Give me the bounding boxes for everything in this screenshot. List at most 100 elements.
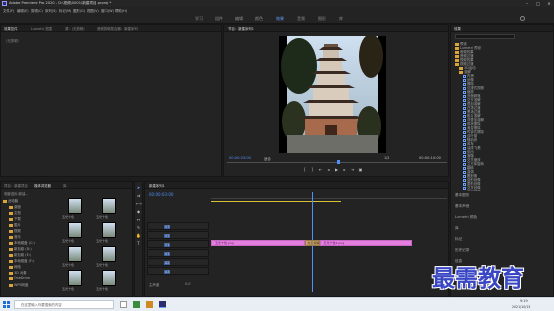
play-icon[interactable]: ▶ bbox=[334, 167, 339, 172]
master-track-value[interactable]: 0.0 bbox=[185, 282, 190, 286]
work-area-bar[interactable] bbox=[211, 201, 341, 202]
transition-clip[interactable]: 交叉溶解 bbox=[305, 240, 320, 246]
app-icon-2[interactable] bbox=[146, 301, 153, 308]
media-thumbnail[interactable]: 五光十色 bbox=[62, 222, 94, 244]
taskbar-search-input[interactable]: 在这里输入你要搜索的内容 bbox=[14, 300, 114, 309]
mark-out-icon[interactable]: } bbox=[310, 167, 315, 172]
workspace-tab-audio[interactable]: 音频 bbox=[297, 16, 305, 22]
media-thumbnail[interactable]: 五光十色 bbox=[62, 246, 94, 268]
track-header[interactable]: A3 bbox=[147, 267, 209, 275]
video-clip[interactable]: 五光十色.png bbox=[211, 240, 306, 246]
tab-source[interactable]: 源：(无剪辑) bbox=[65, 26, 85, 31]
media-thumbnail[interactable]: 五光十色 bbox=[96, 246, 128, 268]
media-path[interactable]: 电脑\图片\新建... bbox=[4, 191, 28, 196]
panel-section-tab[interactable]: 历史记录 bbox=[455, 248, 469, 253]
task-view-icon[interactable] bbox=[120, 301, 127, 308]
window-title: Adobe Premiere Pro 2020 - D:\视频\0001\新建项… bbox=[9, 1, 112, 5]
panel-section-tab[interactable]: 基本声音 bbox=[455, 204, 469, 209]
slip-tool-icon[interactable]: ↔ bbox=[136, 217, 141, 222]
maximize-button[interactable]: □ bbox=[533, 0, 543, 7]
file-tree-item[interactable]: 新加卷 (E:) bbox=[9, 252, 31, 257]
premiere-taskbar-icon[interactable] bbox=[159, 301, 166, 308]
workspace-tab-learn[interactable]: 学习 bbox=[195, 16, 203, 22]
panel-section-tab[interactable]: 库 bbox=[455, 226, 459, 231]
track-header[interactable]: V1 bbox=[147, 240, 209, 248]
step-forward-icon[interactable]: ▸ bbox=[342, 167, 347, 172]
time-ruler[interactable] bbox=[211, 192, 447, 199]
pen-tool-icon[interactable]: ✎ bbox=[136, 225, 141, 230]
workspace-tab-effects[interactable]: 效果 bbox=[276, 16, 284, 22]
file-tree-item[interactable]: OneDrive bbox=[9, 276, 30, 281]
tab-effects[interactable]: 效果 bbox=[454, 26, 461, 31]
effects-search-input[interactable] bbox=[455, 34, 515, 39]
file-tree-item[interactable]: 本地磁盘 (C:) bbox=[9, 240, 35, 245]
fit-dropdown[interactable]: 适合 bbox=[264, 156, 271, 161]
ripple-edit-tool-icon[interactable]: ⟷ bbox=[136, 201, 142, 206]
workspace-tab-graphics[interactable]: 图形 bbox=[318, 16, 326, 22]
effects-tree-item[interactable]: 页面剥落 bbox=[463, 189, 481, 191]
tab-project[interactable]: 项目：新建项目 bbox=[4, 183, 28, 188]
file-tree-item[interactable]: 视频 bbox=[9, 228, 21, 233]
source-panel-tabs: 效果控件 Lumetri 范围 源：(无剪辑) 音频剪辑混合器：新建序列 bbox=[1, 25, 221, 32]
track-select-tool-icon[interactable]: ⇉ bbox=[136, 193, 141, 198]
track-header[interactable]: V3 bbox=[147, 222, 209, 230]
effects-panel-tabs: 效果 bbox=[451, 25, 553, 32]
razor-tool-icon[interactable]: ◆ bbox=[136, 209, 141, 214]
timeline-timecode[interactable]: 00:00:03:00 bbox=[149, 192, 173, 197]
type-tool-icon[interactable]: T bbox=[136, 241, 141, 246]
step-back-icon[interactable]: ◂ bbox=[326, 167, 331, 172]
search-icon[interactable] bbox=[520, 16, 525, 21]
file-tree-item[interactable]: WPS网盘 bbox=[9, 282, 28, 287]
program-playhead[interactable] bbox=[337, 160, 340, 164]
hand-tool-icon[interactable]: ✋ bbox=[136, 233, 141, 238]
tab-media-browser[interactable]: 媒体浏览器 bbox=[34, 183, 51, 188]
video-clip[interactable]: 五光十色2.png bbox=[319, 240, 412, 246]
file-tree-item-label: 3D 对象 bbox=[14, 271, 27, 275]
media-thumbnail[interactable]: 五光十色 bbox=[62, 270, 94, 292]
track-header[interactable]: V2 bbox=[147, 231, 209, 239]
windows-start-icon[interactable] bbox=[3, 301, 10, 308]
file-tree-item[interactable]: 3D 对象 bbox=[9, 270, 27, 275]
close-button[interactable]: ✕ bbox=[544, 0, 554, 7]
workspace-tab-libraries[interactable]: 库 bbox=[339, 16, 343, 22]
tab-audio-clip-mixer[interactable]: 音频剪辑混合器：新建序列 bbox=[97, 26, 138, 31]
panel-section-tab[interactable]: 标记 bbox=[455, 237, 462, 242]
file-tree-item[interactable]: 本地磁盘 (F:) bbox=[9, 258, 34, 263]
go-to-out-icon[interactable]: ⇥ bbox=[350, 167, 355, 172]
folder-icon bbox=[9, 223, 13, 227]
tab-effect-controls[interactable]: 效果控件 bbox=[4, 26, 18, 31]
file-tree-item[interactable]: 文档 bbox=[9, 210, 21, 215]
go-to-in-icon[interactable]: ⇤ bbox=[318, 167, 323, 172]
media-thumbnail[interactable]: 五光十色 bbox=[96, 270, 128, 292]
export-frame-icon[interactable]: ▣ bbox=[358, 167, 363, 172]
media-thumbnail[interactable]: 五光十色 bbox=[96, 198, 128, 220]
app-icon-1[interactable] bbox=[133, 301, 140, 308]
program-monitor: 节目：新建序列1 00:00:03:00 适合 1/2 00:00:10:00 … bbox=[223, 24, 449, 177]
panel-section-tab[interactable]: Lumetri 颜色 bbox=[455, 215, 477, 220]
track-header[interactable]: A1 bbox=[147, 249, 209, 257]
track-headers: V3 V2 V1 A1 A2 A3 bbox=[147, 222, 209, 282]
file-tree-item[interactable]: 桌面 bbox=[9, 204, 21, 209]
media-thumbnail[interactable]: 五光十色 bbox=[96, 222, 128, 244]
folder-icon bbox=[9, 283, 13, 287]
file-tree-item[interactable]: 此电脑 bbox=[3, 198, 18, 203]
quality-dropdown[interactable]: 1/2 bbox=[384, 156, 389, 160]
file-tree-item[interactable]: 新加卷 (D:) bbox=[9, 246, 32, 251]
workspace-tab-color[interactable]: 颜色 bbox=[255, 16, 263, 22]
selection-tool-icon[interactable]: ➤ bbox=[136, 185, 141, 190]
tab-libraries[interactable]: 库 bbox=[63, 183, 66, 188]
file-tree-item[interactable]: 图片 bbox=[9, 222, 21, 227]
tab-lumetri-scopes[interactable]: Lumetri 范围 bbox=[31, 26, 52, 31]
workspace-tab-assembly[interactable]: 组件 bbox=[215, 16, 223, 22]
mark-in-icon[interactable]: { bbox=[302, 167, 307, 172]
media-thumbnail[interactable]: 五光十色 bbox=[62, 198, 94, 220]
panel-section-tab[interactable]: 基本图形 bbox=[455, 193, 469, 198]
minimize-button[interactable]: – bbox=[522, 0, 532, 7]
file-tree-item[interactable]: 网络 bbox=[9, 264, 21, 269]
tab-sequence[interactable]: 新建序列1 bbox=[149, 183, 165, 188]
file-tree-item[interactable]: 下载 bbox=[9, 216, 21, 221]
track-header[interactable]: A2 bbox=[147, 258, 209, 266]
workspace-tab-editing[interactable]: 编辑 bbox=[235, 16, 243, 22]
tab-program[interactable]: 节目：新建序列1 bbox=[228, 26, 254, 31]
file-tree-item[interactable]: 音乐 bbox=[9, 234, 21, 239]
